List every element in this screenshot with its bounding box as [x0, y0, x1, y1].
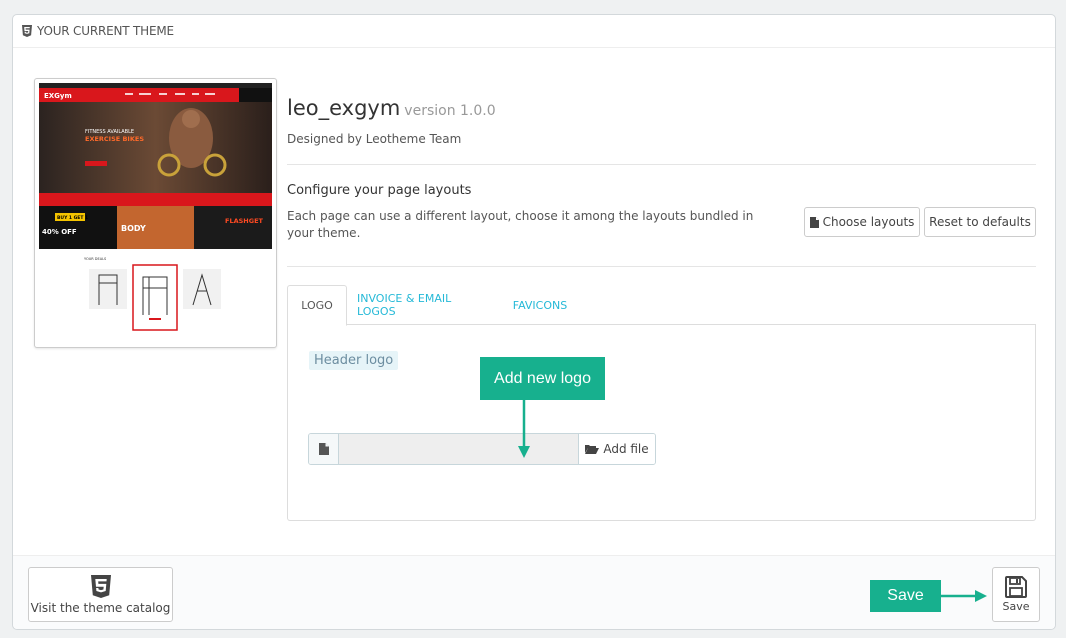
- folder-open-icon: [585, 445, 600, 454]
- preview-section-title: YOUR DEALS: [84, 257, 107, 261]
- add-file-label: Add file: [603, 442, 649, 456]
- save-icon: [1005, 576, 1027, 598]
- panel-heading: YOUR CURRENT THEME: [13, 15, 1055, 48]
- theme-version: version 1.0.0: [404, 103, 496, 119]
- tab-invoice-email-logos[interactable]: INVOICE & EMAIL LOGOS: [357, 285, 492, 325]
- add-file-button[interactable]: Add file: [578, 434, 655, 464]
- header-logo-label: Header logo: [309, 351, 399, 370]
- tab-logo[interactable]: LOGO: [287, 285, 347, 326]
- logo-tabs: LOGO INVOICE & EMAIL LOGOS FAVICONS: [287, 285, 1036, 326]
- callout-arrow-right: [941, 590, 987, 602]
- reset-defaults-button[interactable]: Reset to defaults: [924, 207, 1036, 237]
- preview-hero-line2: EXERCISE BIKES: [85, 135, 144, 143]
- logo-tab-content: Header logo Add file: [287, 324, 1036, 521]
- preview-promo2: BODY: [121, 224, 146, 233]
- callout-arrow-down: [518, 400, 530, 458]
- theme-panel: YOUR CURRENT THEME EXGym FITNESS AVAILAB…: [12, 14, 1056, 630]
- theme-info: leo_exgym version 1.0.0 Designed by Leoth…: [287, 78, 1036, 146]
- theme-name: leo_exgym: [287, 96, 401, 120]
- theme-designer: Designed by Leotheme Team: [287, 132, 462, 146]
- preview-promo1-line2: 40% OFF: [42, 228, 77, 236]
- logo-file-input[interactable]: [339, 434, 578, 464]
- theme-title: leo_exgym version 1.0.0: [287, 96, 1036, 120]
- divider: [287, 164, 1036, 165]
- panel-heading-text: YOUR CURRENT THEME: [37, 24, 174, 38]
- save-button[interactable]: Save: [992, 567, 1040, 622]
- preview-brand: EXGym: [44, 92, 72, 100]
- choose-layouts-label: Choose layouts: [822, 215, 915, 229]
- tab-favicons[interactable]: FAVICONS: [505, 285, 575, 325]
- logo-file-upload: Add file: [308, 433, 656, 465]
- html5-icon: [22, 25, 32, 37]
- save-callout: Save: [870, 580, 941, 612]
- choose-layouts-button[interactable]: Choose layouts: [804, 207, 920, 237]
- save-label: Save: [1002, 600, 1030, 613]
- html5-icon: [90, 574, 111, 598]
- theme-preview-image: EXGym FITNESS AVAILABLE EXERCISE BIKES B…: [34, 78, 277, 348]
- visit-theme-catalog-label: Visit the theme catalog: [30, 600, 171, 615]
- reset-defaults-label: Reset to defaults: [929, 215, 1031, 229]
- preview-promo3: FLASHGET: [225, 217, 264, 225]
- visit-theme-catalog-button[interactable]: Visit the theme catalog: [28, 567, 173, 622]
- preview-promo1-line1: BUY 1 GET 1: [57, 215, 88, 221]
- theme-preview-svg: EXGym FITNESS AVAILABLE EXERCISE BIKES B…: [39, 83, 272, 343]
- layouts-title: Configure your page layouts: [287, 183, 472, 198]
- divider: [287, 266, 1036, 267]
- add-new-logo-callout: Add new logo: [480, 357, 605, 400]
- file-icon-box: [309, 434, 339, 464]
- layouts-description: Each page can use a different layout, ch…: [287, 209, 754, 240]
- file-icon: [318, 443, 329, 455]
- file-icon: [809, 216, 819, 228]
